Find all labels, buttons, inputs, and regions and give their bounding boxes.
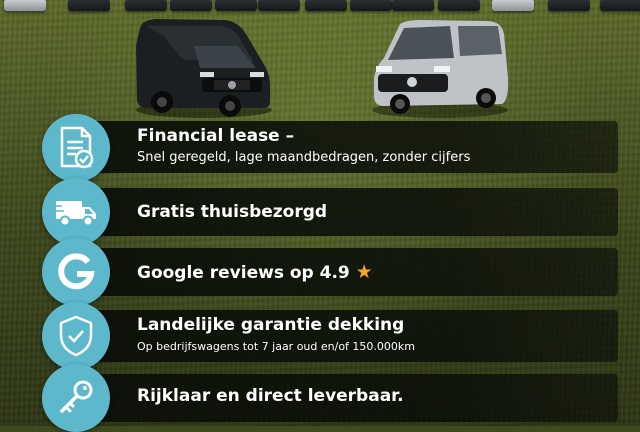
van-row-background (0, 0, 640, 14)
key-icon (42, 364, 110, 432)
feature-title: Rijklaar en direct leverbaar. (137, 386, 404, 406)
van-silhouette (68, 0, 110, 11)
van-silhouette (438, 0, 480, 11)
van-silhouette (350, 0, 392, 11)
feature-title: Google reviews op 4.9 ★ (137, 261, 373, 283)
van-silhouette (258, 0, 300, 11)
van-silhouette (492, 0, 534, 11)
star-icon: ★ (355, 261, 373, 283)
van-silhouette (170, 0, 212, 11)
van-silhouette (548, 0, 590, 11)
van-silhouette (305, 0, 347, 11)
silver-van-image (372, 20, 509, 118)
feature-subtitle: Snel geregeld, lage maandbedragen, zonde… (137, 150, 471, 165)
black-van-image (136, 19, 272, 118)
feature-subtitle: Op bedrijfswagens tot 7 jaar oud en/of 1… (137, 340, 415, 353)
van-silhouette (600, 0, 640, 11)
feature-title: Financial lease – (137, 126, 295, 146)
van-silhouette (215, 0, 257, 11)
contract-document-icon (42, 114, 110, 182)
delivery-truck-icon (42, 178, 110, 246)
van-silhouette (125, 0, 167, 11)
feature-title-text: Google reviews op 4.9 (137, 263, 350, 283)
van-silhouette (4, 0, 46, 11)
shield-check-icon (42, 302, 110, 370)
feature-title: Gratis thuisbezorgd (137, 202, 328, 222)
van-silhouette (392, 0, 434, 11)
google-g-icon (42, 238, 110, 306)
feature-title: Landelijke garantie dekking (137, 315, 405, 335)
